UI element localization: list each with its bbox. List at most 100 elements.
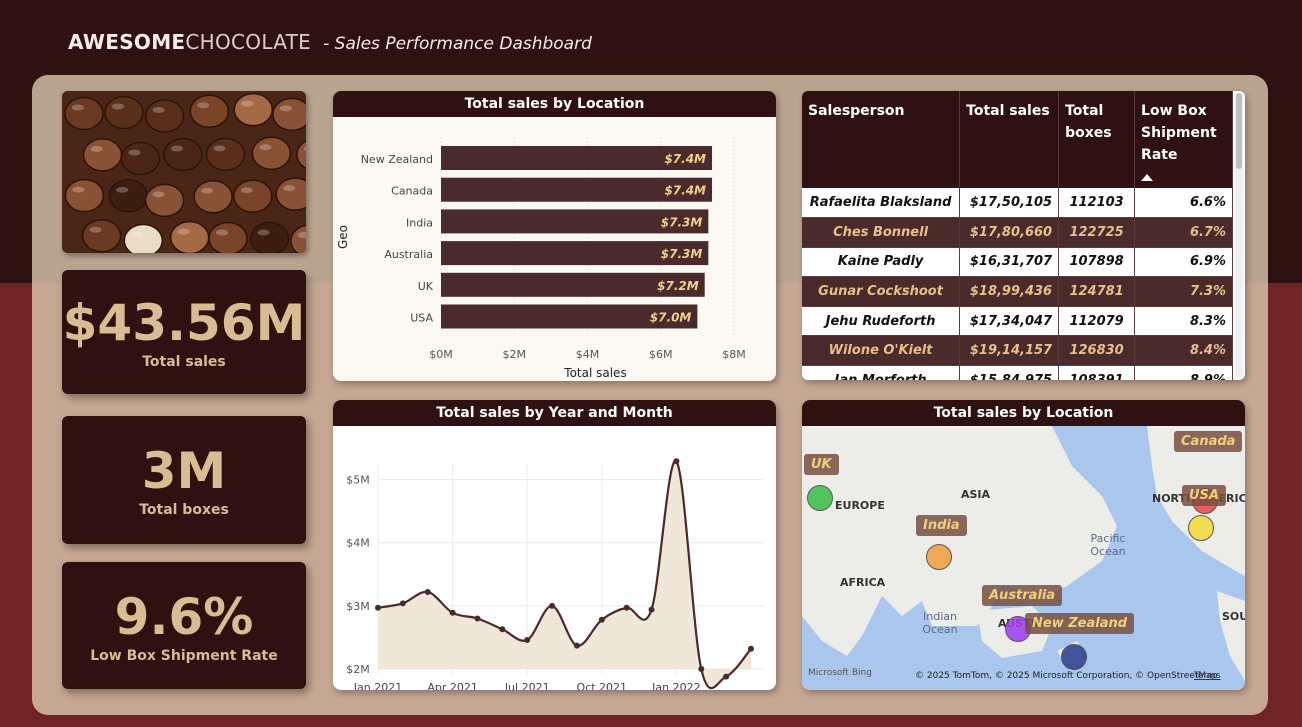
column-header-total-boxes[interactable]: Total boxes [1058, 91, 1136, 188]
salesperson-table[interactable]: Salesperson Total sales Total boxes Low … [802, 91, 1245, 380]
table-row[interactable]: Kaine Padly $16,31,707 107898 6.9% [802, 247, 1233, 278]
chocolate-piece [120, 141, 161, 176]
map-bubble-label: USA [1182, 485, 1226, 506]
cell-low-box-rate: 6.6% [1134, 188, 1233, 219]
chocolate-highlight [283, 185, 296, 192]
chocolate-highlight [71, 104, 84, 111]
map-copyright[interactable]: © 2025 TomTom, © 2025 Microsoft Corporat… [915, 671, 1217, 681]
cell-salesperson: Jan Morforth [802, 365, 961, 380]
x-axis-title: Total sales [563, 366, 626, 380]
cell-low-box-rate: 8.4% [1134, 335, 1233, 367]
bar-chart-card[interactable]: Total sales by Location $0M $2M $4M $6M $8M N… [333, 91, 776, 381]
chocolate-piece [233, 179, 273, 213]
column-header-salesperson[interactable]: Salesperson [802, 91, 961, 188]
cell-total-sales: $15,84,975 [959, 365, 1060, 380]
x-tick-label: Jan 2022 [651, 681, 700, 690]
cell-total-sales: $17,34,047 [959, 306, 1060, 337]
kpi-low-box-rate: 9.6% Low Box Shipment Rate [62, 562, 306, 689]
cell-total-sales: $19,14,157 [959, 335, 1060, 367]
table-scrollbar-thumb[interactable] [1236, 93, 1242, 169]
data-point [449, 609, 456, 616]
table-row[interactable]: Rafaelita Blaksland $17,50,105 112103 6.6% [802, 188, 1233, 219]
data-label: $7.3M [661, 247, 703, 261]
data-point [673, 458, 680, 465]
chocolate-highlight [90, 145, 103, 152]
x-tick-label: $4M [576, 348, 600, 361]
table-row[interactable]: Wilone O'Kielt $19,14,157 126830 8.4% [802, 335, 1233, 367]
cell-total-boxes: 126830 [1058, 335, 1136, 367]
kpi-low-box-rate-value: 9.6% [114, 587, 254, 646]
table-row[interactable]: Gunar Cockshoot $18,99,436 124781 7.3% [802, 276, 1233, 307]
cell-salesperson: Kaine Padly [802, 247, 961, 278]
kpi-total-sales: $43.56M Total sales [62, 270, 306, 394]
chocolate-highlight [279, 105, 292, 112]
map-label-africa: AFRICA [840, 576, 886, 589]
chocolate-piece [189, 94, 230, 129]
chocolate-highlight [131, 231, 144, 238]
chocolate-highlight [72, 186, 85, 193]
table-row[interactable]: Jehu Rudeforth $17,34,047 112079 8.3% [802, 306, 1233, 337]
kpi-total-sales-value: $43.56M [62, 294, 306, 352]
chocolate-highlight [152, 191, 165, 198]
cell-low-box-rate: 6.7% [1134, 217, 1233, 248]
cell-low-box-rate: 8.3% [1134, 306, 1233, 337]
sort-ascending-icon[interactable] [1141, 174, 1154, 181]
chocolate-piece [275, 177, 306, 211]
chocolate-piece [163, 137, 203, 172]
map-bubble[interactable] [1061, 644, 1087, 670]
data-point [499, 626, 506, 633]
cell-total-boxes: 108391 [1058, 365, 1136, 380]
kpi-total-sales-label: Total sales [142, 354, 226, 370]
y-tick-label: Canada [391, 185, 433, 198]
map-bubble-label: India [916, 515, 967, 536]
y-tick-label: New Zealand [361, 153, 433, 166]
x-tick-label: Oct 2021 [577, 681, 628, 690]
map-card[interactable]: Total sales by Location EUROPE ASIA AFRI… [802, 400, 1245, 690]
data-point [375, 604, 381, 611]
brand-logo-light: CHOCOLATE [185, 30, 312, 54]
y-tick-label: India [406, 216, 433, 229]
x-tick-label: $0M [429, 348, 453, 361]
cell-total-sales: $17,80,660 [959, 217, 1060, 248]
chocolate-highlight [89, 226, 102, 233]
data-point [623, 604, 630, 611]
cell-total-boxes: 112079 [1058, 306, 1136, 337]
y-tick-label: $3M [346, 600, 370, 613]
bar-chart: $0M $2M $4M $6M $8M New Zealand $7.4M Canada $7.… [336, 137, 746, 380]
data-label: $7.0M [650, 311, 692, 325]
map-bubble-label: UK [804, 454, 839, 475]
map-bubble[interactable] [926, 544, 952, 570]
map-bubble[interactable] [807, 485, 833, 511]
dashboard-subtitle: - Sales Performance Dashboard [323, 34, 592, 54]
chocolate-highlight [170, 145, 183, 152]
cell-salesperson: Jehu Rudeforth [802, 306, 961, 337]
chocolate-highlight [241, 100, 254, 107]
map-background [802, 426, 1245, 690]
column-header-low-box-rate[interactable]: Low Box Shipment Rate [1134, 91, 1233, 188]
chocolate-piece [144, 183, 185, 218]
x-tick-label: Jul 2021 [504, 681, 550, 690]
chocolate-piece [169, 220, 210, 253]
map-bubble[interactable] [1188, 515, 1214, 541]
chocolate-highlight [177, 228, 190, 235]
chocolate-highlight [128, 149, 141, 156]
line-chart-card[interactable]: Total sales by Year and Month $2M $3M $4M $… [333, 400, 776, 690]
x-tick-label: $2M [503, 348, 527, 361]
chocolate-piece [249, 221, 290, 253]
chocolate-piece [251, 136, 292, 170]
map-terms-link[interactable]: Terms [1194, 671, 1221, 681]
data-point [648, 606, 655, 613]
x-tick-label: Jan 2021 [353, 681, 402, 690]
map-view[interactable]: EUROPE ASIA AFRICA NORTH AMERICA AUSTRAL… [802, 426, 1245, 690]
table-row[interactable]: Jan Morforth$15,84,9751083918.9% [802, 365, 1233, 380]
column-header-total-sales[interactable]: Total sales [959, 91, 1060, 188]
chocolate-piece [64, 178, 105, 213]
chocolate-highlight [152, 107, 165, 114]
chocolate-highlight [257, 229, 270, 236]
y-tick-label: UK [418, 280, 434, 293]
table-row[interactable]: Ches Bonnell $17,80,660 122725 6.7% [802, 217, 1233, 248]
brand-logo-bold: AWESOME [68, 30, 186, 54]
data-label: $7.3M [661, 215, 703, 229]
data-point [698, 666, 705, 672]
cell-total-boxes: 107898 [1058, 247, 1136, 278]
